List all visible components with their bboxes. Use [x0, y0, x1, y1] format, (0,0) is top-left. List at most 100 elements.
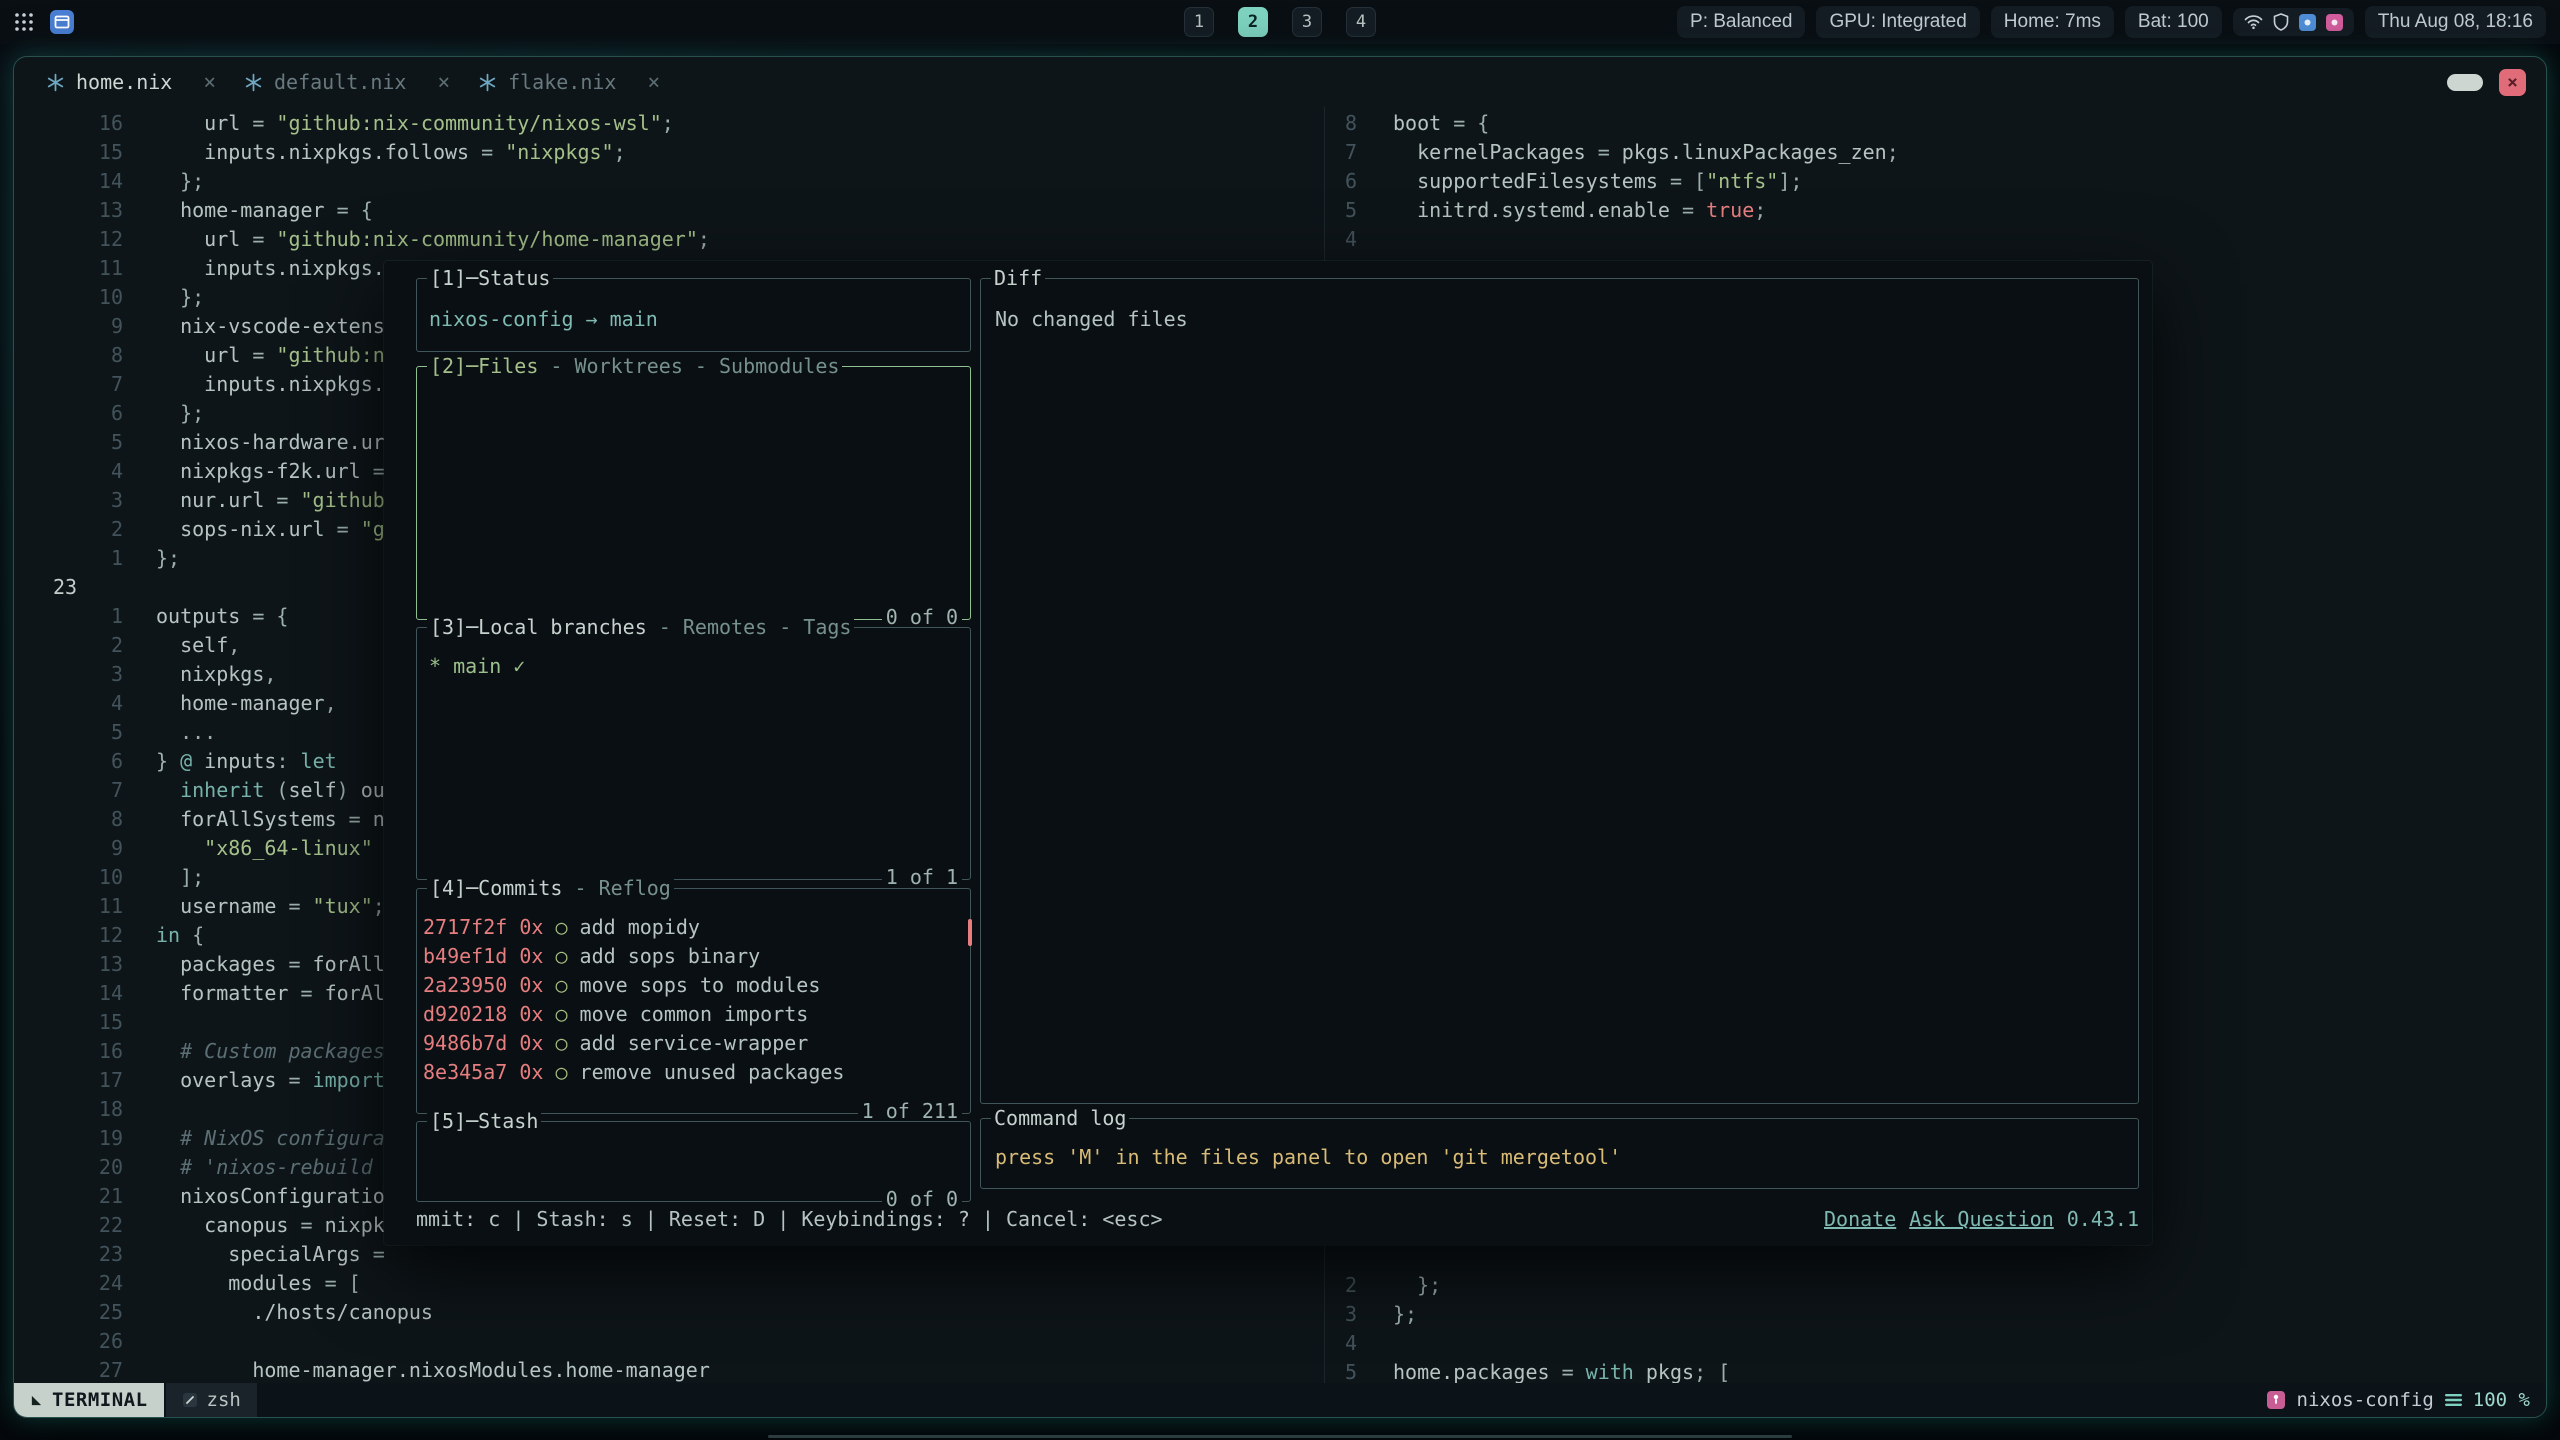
commit-row[interactable]: b49ef1d 0x ○ add sops binary	[423, 942, 970, 971]
line-text: ...	[156, 718, 216, 747]
nix-snowflake-icon	[478, 73, 497, 92]
repo-name[interactable]: nixos-config	[2297, 1389, 2434, 1411]
lazygit-status-panel[interactable]: [1]─Status nixos-config → main	[416, 278, 971, 352]
workspace-button-4[interactable]: 4	[1346, 7, 1376, 37]
editor-line: 24 modules = [	[14, 1269, 1324, 1298]
commit-row[interactable]: 2717f2f 0x ○ add mopidy	[423, 913, 970, 942]
system-bar-left	[14, 10, 74, 34]
line-number: 6	[1325, 167, 1393, 196]
line-number: 8	[14, 805, 156, 834]
line-text: forAllSystems = n	[156, 805, 385, 834]
terminal-mode-icon	[30, 1394, 43, 1407]
window-toggle-pill[interactable]	[2447, 74, 2483, 91]
line-text: kernelPackages = pkgs.linuxPackages_zen;	[1393, 138, 1899, 167]
tab-close-icon[interactable]: ×	[203, 70, 216, 94]
line-text: ./hosts/canopus	[156, 1298, 433, 1327]
lazygit-keybindings-bar: mmit: c | Stash: s | Reset: D | Keybindi…	[416, 1205, 2139, 1234]
system-tray	[2233, 8, 2354, 36]
line-number: 5	[14, 718, 156, 747]
line-number: 14	[14, 979, 156, 1008]
editor-line: 6 supportedFilesystems = ["ntfs"];	[1325, 167, 2546, 196]
line-text: nur.url = "github	[156, 486, 385, 515]
window-close-button[interactable]: ×	[2499, 69, 2526, 96]
commit-row[interactable]: 9486b7d 0x ○ add service-wrapper	[423, 1029, 970, 1058]
line-number: 13	[14, 196, 156, 225]
line-number: 7	[1325, 138, 1393, 167]
nix-snowflake-icon	[46, 73, 65, 92]
commit-hash: 2717f2f	[423, 915, 507, 939]
line-number: 8	[14, 341, 156, 370]
line-text: # 'nixos-rebuild	[156, 1153, 373, 1182]
line-number: 4	[14, 689, 156, 718]
commit-author-tag: 0x	[507, 944, 555, 968]
tab-flake.nix[interactable]: flake.nix×	[478, 70, 660, 94]
workspace-button-1[interactable]: 1	[1184, 7, 1214, 37]
line-text: username = "tux";	[156, 892, 385, 921]
lazygit-commits-panel[interactable]: [4]─Commits - Reflog 2717f2f 0x ○ add mo…	[416, 888, 971, 1114]
status-chips: P: BalancedGPU: IntegratedHome: 7msBat: …	[1677, 6, 2222, 38]
editor-line: 16 url = "github:nix-community/nixos-wsl…	[14, 109, 1324, 138]
tab-default.nix[interactable]: default.nix×	[244, 70, 450, 94]
commits-panel-subtitle: - Reflog	[562, 876, 670, 900]
line-text: nixpkgs-f2k.url =	[156, 457, 385, 486]
diff-content: No changed files	[981, 279, 2138, 334]
commit-author-tag: 0x	[507, 973, 555, 997]
line-text: home-manager,	[156, 689, 337, 718]
lazygit-popup[interactable]: [1]─Status nixos-config → main [2]─Files…	[384, 261, 2152, 1245]
status-chip: Home: 7ms	[1991, 6, 2114, 38]
lazygit-branches-panel[interactable]: [3]─Local branches - Remotes - Tags * ma…	[416, 627, 971, 880]
line-number: 9	[14, 834, 156, 863]
line-number: 26	[14, 1327, 156, 1356]
shell-segment[interactable]: zsh	[166, 1383, 257, 1417]
commit-author-tag: 0x	[507, 1031, 555, 1055]
commit-node-icon: ○	[555, 1060, 567, 1084]
commit-row[interactable]: d920218 0x ○ move common imports	[423, 1000, 970, 1029]
shield-icon[interactable]	[2273, 13, 2289, 31]
link-ask-question[interactable]: Ask Question	[1909, 1205, 2054, 1234]
tab-label: home.nix	[76, 70, 172, 94]
line-text: };	[156, 167, 204, 196]
link-donate[interactable]: Donate	[1824, 1205, 1896, 1234]
commit-row[interactable]: 2a23950 0x ○ move sops to modules	[423, 971, 970, 1000]
tab-close-icon[interactable]: ×	[647, 70, 660, 94]
commit-message: add mopidy	[568, 915, 700, 939]
line-number: 3	[14, 660, 156, 689]
line-text: sops-nix.url = "g	[156, 515, 385, 544]
commit-node-icon: ○	[555, 1002, 567, 1026]
line-text: packages = forAll	[156, 950, 385, 979]
active-app-icon[interactable]	[50, 10, 74, 34]
line-text: url = "github:nix-community/home-manager…	[156, 225, 710, 254]
scroll-lines-icon	[2445, 1393, 2462, 1407]
commits-scrollbar[interactable]	[968, 919, 972, 946]
status-chip: P: Balanced	[1677, 6, 1805, 38]
commit-row[interactable]: 8e345a7 0x ○ remove unused packages	[423, 1058, 970, 1087]
commit-node-icon: ○	[555, 973, 567, 997]
lazygit-stash-panel[interactable]: [5]─Stash 0 of 0	[416, 1121, 971, 1202]
line-text: };	[1393, 1271, 1441, 1300]
terminal-window[interactable]: home.nix×default.nix×flake.nix× × 16 url…	[13, 56, 2547, 1418]
workspace-button-2[interactable]: 2	[1238, 7, 1268, 37]
clock[interactable]: Thu Aug 08, 18:16	[2365, 6, 2546, 38]
line-number: 16	[14, 1037, 156, 1066]
workspace-button-3[interactable]: 3	[1292, 7, 1322, 37]
terminal-mode-segment[interactable]: TERMINAL	[14, 1383, 164, 1417]
lazygit-command-log-panel[interactable]: Command log press 'M' in the files panel…	[980, 1118, 2139, 1189]
lazygit-files-panel[interactable]: [2]─Files - Worktrees - Submodules 0 of …	[416, 366, 971, 620]
tab-close-icon[interactable]: ×	[437, 70, 450, 94]
line-number: 5	[1325, 1358, 1393, 1383]
editor-line: 26	[14, 1327, 1324, 1356]
line-number: 4	[1325, 1329, 1393, 1358]
editor-line: 3};	[1325, 1300, 2546, 1329]
tray-app-blue-icon[interactable]	[2299, 14, 2316, 31]
status-bar-right: nixos-config 100 %	[2266, 1389, 2546, 1411]
commit-hash: 8e345a7	[423, 1060, 507, 1084]
lazygit-diff-panel[interactable]: Diff No changed files	[980, 278, 2139, 1104]
wifi-icon[interactable]	[2244, 14, 2263, 30]
window-controls: ×	[2447, 69, 2526, 96]
tab-home.nix[interactable]: home.nix ×	[46, 70, 216, 94]
lazygit-version: 0.43.1	[2067, 1205, 2139, 1234]
tray-app-pink-icon[interactable]	[2326, 14, 2343, 31]
line-number: 14	[14, 167, 156, 196]
app-grid-icon[interactable]	[14, 12, 34, 32]
line-text: home-manager.nixosModules.home-manager	[156, 1356, 710, 1383]
